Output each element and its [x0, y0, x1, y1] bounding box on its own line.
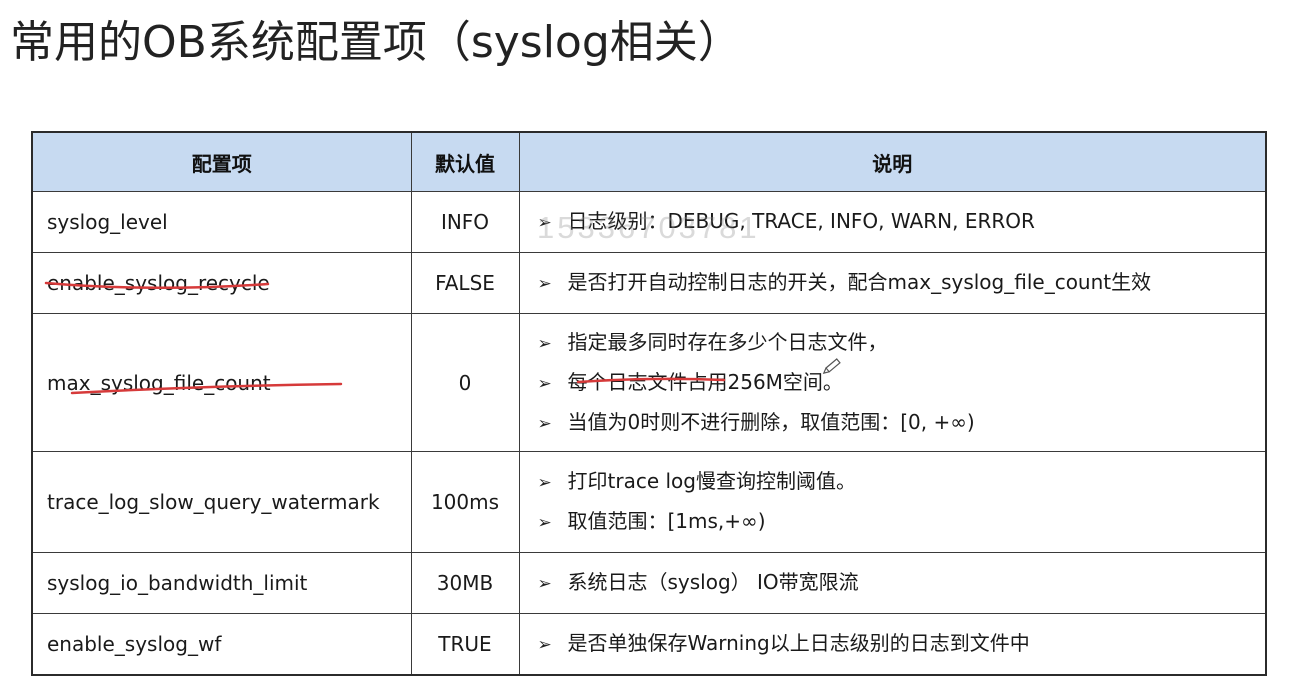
arrow-bullet-icon: ➢ — [537, 574, 552, 594]
description-cell: ➢ 系统日志（syslog） IO带宽限流 — [518, 552, 1267, 614]
list-item: ➢ 日志级别：DEBUG, TRACE, INFO, WARN, ERROR — [538, 202, 1252, 242]
list-item: ➢ 是否打开自动控制日志的开关，配合max_syslog_file_count生效 — [538, 263, 1252, 303]
page-title: 常用的OB系统配置项（syslog相关） — [10, 17, 742, 68]
description-cell: ➢ 打印trace log慢查询控制阈值。 ➢ 取值范围：[1ms,+∞) — [518, 451, 1267, 553]
description-text: 每个日志文件占用256M空间。 — [567, 369, 843, 394]
table-row: syslog_io_bandwidth_limit 30MB ➢ 系统日志（sys… — [31, 552, 1267, 614]
default-value: FALSE — [410, 252, 520, 314]
config-name: max_syslog_file_count — [31, 313, 412, 452]
default-value: 30MB — [410, 552, 520, 614]
description-cell: ➢ 指定最多同时存在多少个日志文件， ➢ 每个日志文件占用256M空间。 ➢ 当值为0… — [518, 313, 1267, 452]
table-row: enable_syslog_wf TRUE ➢ 是否单独保存Warning以上日志… — [31, 613, 1267, 676]
table-row: syslog_level INFO ➢ 日志级别：DEBUG, TRACE, IN… — [31, 191, 1267, 253]
arrow-bullet-icon: ➢ — [537, 213, 552, 233]
list-item: ➢ 取值范围：[1ms,+∞) — [538, 502, 1252, 542]
config-name: enable_syslog_wf — [31, 613, 412, 676]
table-header-row: 配置项 默认值 说明 — [31, 131, 1267, 192]
default-value: TRUE — [410, 613, 520, 676]
description-text: 是否单独保存Warning以上日志级别的日志到文件中 — [567, 631, 1030, 655]
description-cell: ➢ 是否打开自动控制日志的开关，配合max_syslog_file_count生效 — [518, 252, 1267, 314]
header-config-item: 配置项 — [31, 131, 412, 192]
table-row: trace_log_slow_query_watermark 100ms ➢ 打印… — [31, 451, 1267, 553]
description-text: 日志级别：DEBUG, TRACE, INFO, WARN, ERROR — [567, 209, 1035, 233]
description-text: 打印trace log慢查询控制阈值。 — [567, 469, 856, 493]
description-cell: ➢ 日志级别：DEBUG, TRACE, INFO, WARN, ERROR — [518, 191, 1267, 253]
description-text: 取值范围：[1ms,+∞) — [567, 509, 766, 533]
default-value: 100ms — [410, 451, 520, 553]
default-value: 0 — [410, 313, 520, 452]
config-table: 配置项 默认值 说明 syslog_level INFO ➢ 日志级别：DEBUG… — [31, 131, 1267, 676]
description-cell: ➢ 是否单独保存Warning以上日志级别的日志到文件中 — [518, 613, 1267, 676]
config-name: syslog_level — [31, 191, 412, 253]
arrow-bullet-icon: ➢ — [537, 333, 552, 354]
description-text: 是否打开自动控制日志的开关，配合max_syslog_file_count生效 — [567, 270, 1152, 294]
list-item: ➢ 每个日志文件占用256M空间。 — [538, 363, 1252, 403]
config-name: enable_syslog_recycle — [31, 252, 412, 314]
list-item: ➢ 是否单独保存Warning以上日志级别的日志到文件中 — [538, 624, 1252, 664]
config-name: trace_log_slow_query_watermark — [31, 451, 412, 553]
list-item: ➢ 打印trace log慢查询控制阈值。 — [538, 462, 1252, 502]
header-description: 说明 — [518, 131, 1267, 192]
table-row: enable_syslog_recycle FALSE ➢ 是否打开自动控制日志的… — [31, 252, 1267, 314]
list-item: ➢ 系统日志（syslog） IO带宽限流 — [538, 563, 1252, 603]
description-text: 系统日志（syslog） IO带宽限流 — [567, 570, 859, 594]
header-default-value: 默认值 — [410, 131, 520, 192]
list-item: ➢ 当值为0时则不进行删除，取值范围：[0, +∞) — [538, 403, 1252, 443]
arrow-bullet-icon: ➢ — [537, 413, 552, 434]
description-text: 当值为0时则不进行删除，取值范围：[0, +∞) — [567, 409, 975, 434]
config-name: syslog_io_bandwidth_limit — [31, 552, 412, 614]
default-value: INFO — [410, 191, 520, 253]
arrow-bullet-icon: ➢ — [537, 513, 552, 533]
arrow-bullet-icon: ➢ — [537, 274, 552, 294]
table-row: max_syslog_file_count 0 ➢ 指定最多同时存在多少个日志文件… — [31, 313, 1267, 452]
description-text: 指定最多同时存在多少个日志文件， — [567, 329, 888, 354]
arrow-bullet-icon: ➢ — [537, 473, 552, 493]
list-item: ➢ 指定最多同时存在多少个日志文件， — [538, 323, 1252, 363]
arrow-bullet-icon: ➢ — [537, 373, 552, 394]
